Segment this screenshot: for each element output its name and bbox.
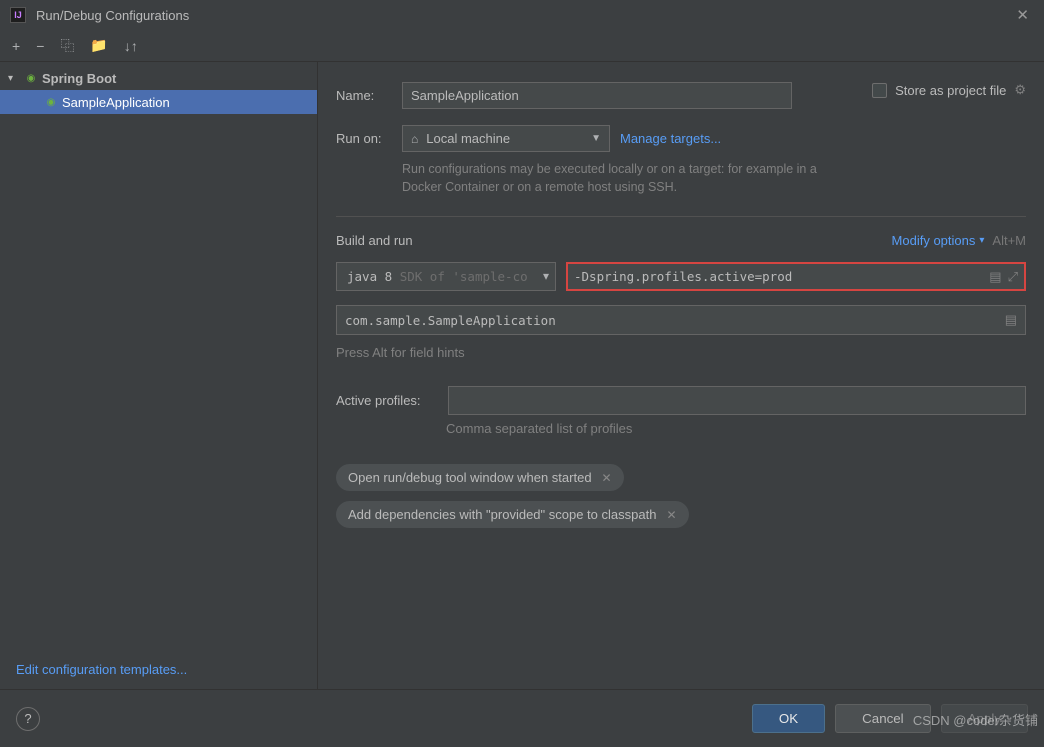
name-input[interactable] [402, 82, 792, 109]
chip-label: Open run/debug tool window when started [348, 470, 592, 485]
chip-label: Add dependencies with "provided" scope t… [348, 507, 656, 522]
store-as-project-file[interactable]: Store as project file ⚙ [872, 82, 1026, 98]
close-icon[interactable]: ✕ [666, 508, 676, 522]
modify-shortcut: Alt+M [992, 233, 1026, 248]
apply-button[interactable]: Apply [941, 704, 1028, 733]
vm-options-input[interactable] [574, 269, 983, 284]
name-label: Name: [336, 88, 392, 103]
dialog-footer: ? OK Cancel Apply [0, 689, 1044, 747]
sort-icon[interactable]: ↓↑ [124, 38, 138, 54]
active-profiles-label: Active profiles: [336, 393, 436, 408]
chip-add-dependencies[interactable]: Add dependencies with "provided" scope t… [336, 501, 689, 528]
main-class-input[interactable] [345, 313, 999, 328]
tree-item-label: SampleApplication [62, 95, 170, 110]
gear-icon[interactable]: ⚙ [1014, 82, 1026, 98]
main-class-field[interactable]: ▤ [336, 305, 1026, 335]
divider [336, 216, 1026, 217]
copy-icon[interactable]: ⿻ [60, 36, 74, 56]
manage-targets-link[interactable]: Manage targets... [620, 131, 721, 146]
ok-button[interactable]: OK [752, 704, 825, 733]
close-icon[interactable]: ✕ [602, 471, 612, 485]
cancel-button[interactable]: Cancel [835, 704, 931, 733]
titlebar: IJ Run/Debug Configurations ✕ [0, 0, 1044, 30]
chevron-down-icon: ▼ [591, 133, 601, 144]
sdk-placeholder: SDK of 'sample-co [400, 269, 528, 284]
remove-icon[interactable]: − [36, 38, 44, 54]
dialog-title: Run/Debug Configurations [36, 8, 1011, 23]
toolbar: + − ⿻ 📁 ↓↑ [0, 30, 1044, 62]
field-hint: Press Alt for field hints [336, 345, 1026, 360]
sdk-dropdown[interactable]: java 8 SDK of 'sample-co ▼ [336, 262, 556, 291]
vm-options-field[interactable]: ▤ ⤢ [566, 262, 1026, 291]
run-on-value: Local machine [426, 131, 510, 146]
config-form: Store as project file ⚙ Name: Run on: ⌂ … [318, 62, 1044, 689]
active-profiles-input[interactable] [448, 386, 1026, 415]
app-icon: IJ [10, 7, 26, 23]
build-run-title: Build and run [336, 233, 413, 248]
clipboard-icon[interactable]: ▤ [989, 269, 1001, 285]
sdk-prefix: java 8 [347, 269, 400, 284]
chevron-down-icon: ▾ [979, 235, 984, 246]
store-checkbox[interactable] [872, 83, 887, 98]
clipboard-icon[interactable]: ▤ [1005, 312, 1017, 328]
tree-item-sampleapplication[interactable]: ◉ SampleApplication [0, 90, 317, 114]
config-tree-panel: ▾ ◉ Spring Boot ◉ SampleApplication Edit… [0, 62, 318, 689]
store-label: Store as project file [895, 83, 1006, 98]
chevron-down-icon: ▾ [8, 73, 20, 84]
run-on-label: Run on: [336, 131, 392, 146]
spring-boot-icon: ◉ [44, 95, 58, 109]
add-icon[interactable]: + [12, 38, 20, 54]
home-icon: ⌂ [411, 132, 418, 146]
modify-options-link[interactable]: Modify options ▾ [892, 233, 985, 248]
close-icon[interactable]: ✕ [1011, 6, 1034, 24]
modify-options-label: Modify options [892, 233, 976, 248]
profiles-hint: Comma separated list of profiles [446, 421, 1026, 436]
chip-open-tool-window[interactable]: Open run/debug tool window when started … [336, 464, 624, 491]
help-button[interactable]: ? [16, 707, 40, 731]
expand-icon[interactable]: ⤢ [1008, 269, 1018, 285]
spring-boot-icon: ◉ [24, 71, 38, 85]
tree-group-spring-boot[interactable]: ▾ ◉ Spring Boot [0, 66, 317, 90]
edit-templates-link[interactable]: Edit configuration templates... [0, 650, 317, 689]
run-on-dropdown[interactable]: ⌂ Local machine ▼ [402, 125, 610, 152]
save-folder-icon[interactable]: 📁 [90, 37, 107, 54]
tree-group-label: Spring Boot [42, 71, 116, 86]
run-on-hint: Run configurations may be executed local… [402, 160, 822, 196]
chevron-down-icon: ▼ [543, 271, 549, 282]
